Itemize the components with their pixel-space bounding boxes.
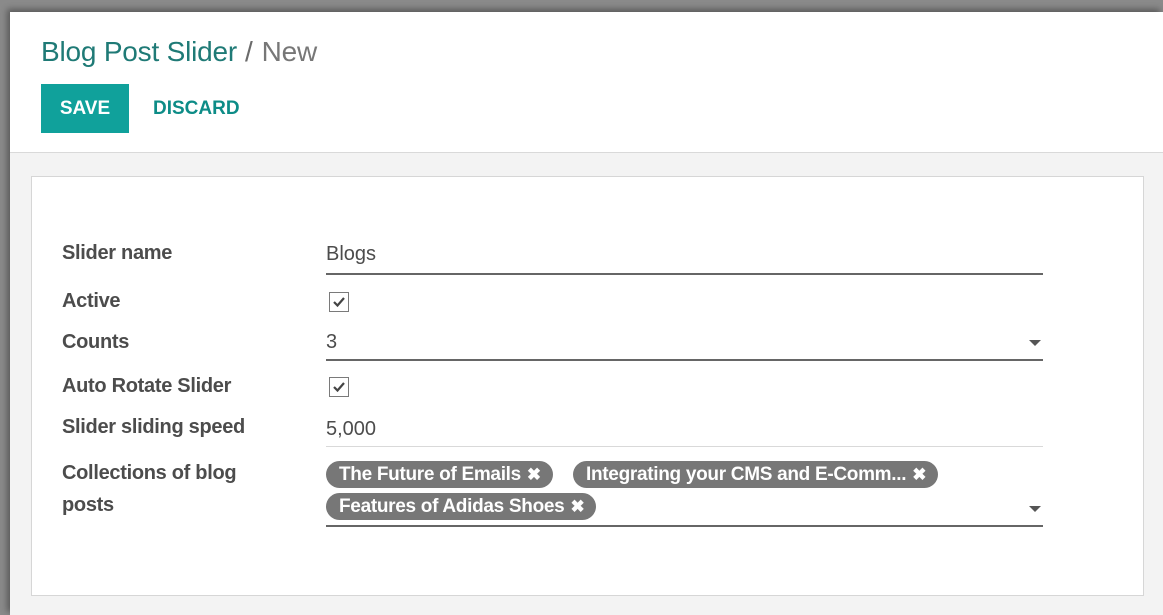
close-icon[interactable]: ✖	[570, 497, 584, 516]
counts-select[interactable]: 3	[326, 327, 337, 357]
tag-label: The Future of Emails	[339, 464, 521, 485]
collections-label-line2: posts	[62, 494, 114, 516]
close-icon[interactable]: ✖	[912, 465, 926, 484]
breadcrumb-parent-link[interactable]: Blog Post Slider	[41, 36, 237, 67]
close-icon[interactable]: ✖	[527, 465, 541, 484]
auto-rotate-label: Auto Rotate Slider	[62, 375, 232, 397]
active-label: Active	[62, 290, 121, 312]
tag-badge: Features of Adidas Shoes ✖	[326, 493, 597, 520]
chevron-down-icon[interactable]	[1029, 506, 1041, 512]
form-sheet: Slider name Blogs Active Counts 3 Auto R…	[31, 176, 1144, 596]
checkmark-icon	[333, 297, 345, 308]
form-window: Blog Post Slider / New SAVE DISCARD Slider…	[10, 12, 1163, 615]
tag-badge: Integrating your CMS and E-Comm... ✖	[573, 461, 939, 488]
counts-label: Counts	[62, 331, 130, 353]
breadcrumb-separator: /	[245, 36, 253, 67]
discard-button[interactable]: DISCARD	[153, 84, 240, 133]
counts-underline	[326, 359, 1043, 361]
tag-badge: The Future of Emails ✖	[326, 461, 553, 488]
control-panel: Blog Post Slider / New SAVE DISCARD	[10, 12, 1163, 153]
save-button[interactable]: SAVE	[41, 84, 129, 133]
tag-label: Integrating your CMS and E-Comm...	[586, 464, 907, 485]
breadcrumb: Blog Post Slider / New	[41, 34, 317, 70]
slider-name-input[interactable]: Blogs	[326, 239, 376, 269]
slider-name-label: Slider name	[62, 242, 173, 264]
tag-label: Features of Adidas Shoes	[339, 496, 565, 517]
slider-name-underline	[326, 273, 1043, 275]
chevron-down-icon[interactable]	[1029, 340, 1041, 346]
collections-underline	[326, 525, 1043, 527]
sliding-speed-label: Slider sliding speed	[62, 416, 245, 438]
breadcrumb-current: New	[261, 36, 318, 67]
active-checkbox[interactable]	[329, 292, 349, 312]
sliding-speed-input[interactable]: 5,000	[326, 414, 376, 444]
auto-rotate-checkbox[interactable]	[329, 377, 349, 397]
checkmark-icon	[333, 382, 345, 393]
collections-label-line1: Collections of blog	[62, 462, 237, 484]
sliding-speed-underline	[326, 446, 1043, 447]
